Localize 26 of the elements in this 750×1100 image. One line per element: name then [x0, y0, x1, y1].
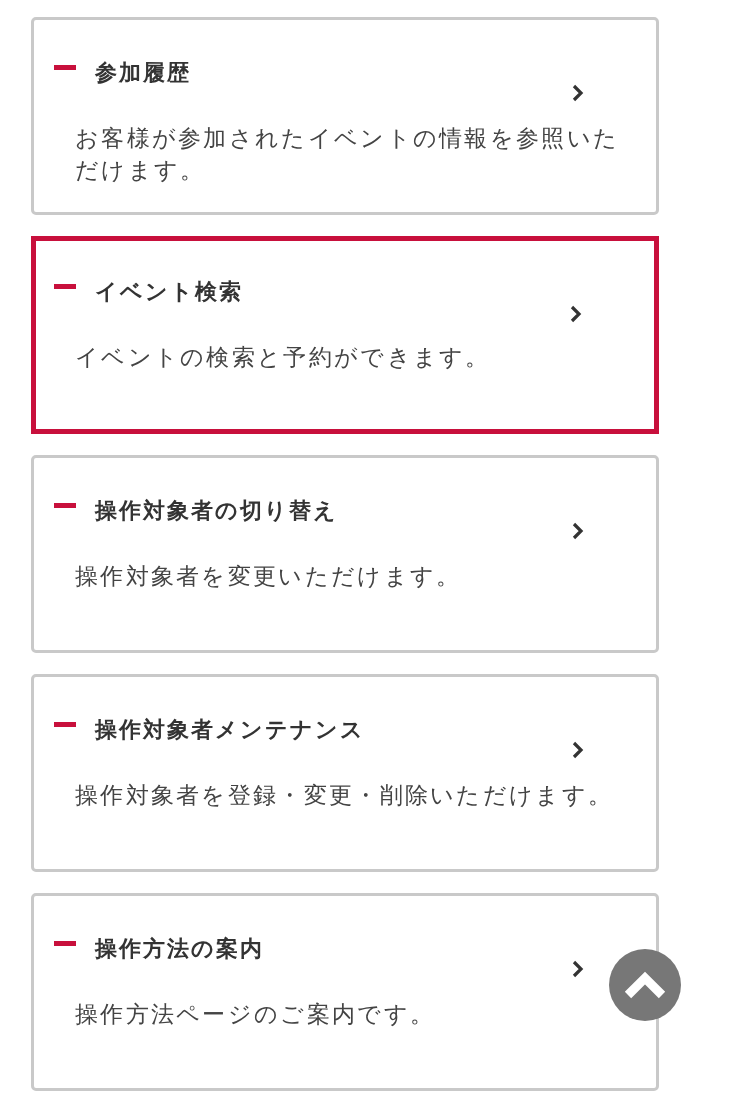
- card-title: 操作方法の案内: [95, 935, 264, 963]
- menu-card[interactable]: イベント検索 イベントの検索と予約ができます。: [31, 236, 659, 434]
- menu-card[interactable]: 操作方法の案内 操作方法ページのご案内です。: [31, 893, 659, 1091]
- card-description: 操作対象者を登録・変更・削除いただけます。: [75, 781, 615, 810]
- dash-icon: [54, 721, 76, 727]
- card-title: イベント検索: [95, 278, 243, 306]
- card-title: 操作対象者の切り替え: [95, 497, 338, 525]
- menu-card[interactable]: 参加履歴 お客様が参加されたイベントの情報を参照いただけます。: [31, 17, 659, 215]
- card-description: 操作方法ページのご案内です。: [75, 1000, 437, 1029]
- chevron-right-icon: [572, 84, 584, 102]
- chevron-right-icon: [572, 960, 584, 978]
- card-description: お客様が参加されたイベントの情報を参照いただけます。: [75, 124, 621, 185]
- dash-icon: [54, 283, 76, 289]
- card-description: イベントの検索と予約ができます。: [75, 343, 492, 372]
- card-description: 操作対象者を変更いただけます。: [75, 562, 463, 591]
- menu-card[interactable]: 操作対象者の切り替え 操作対象者を変更いただけます。: [31, 455, 659, 653]
- dash-icon: [54, 502, 76, 508]
- chevron-right-icon: [572, 522, 584, 540]
- dash-icon: [54, 64, 76, 70]
- chevron-right-icon: [570, 305, 582, 323]
- chevron-up-icon: [623, 970, 667, 1000]
- card-title: 操作対象者メンテナンス: [95, 716, 365, 744]
- dash-icon: [54, 940, 76, 946]
- chevron-right-icon: [572, 741, 584, 759]
- card-title: 参加履歴: [95, 59, 191, 87]
- menu-card[interactable]: 操作対象者メンテナンス 操作対象者を登録・変更・削除いただけます。: [31, 674, 659, 872]
